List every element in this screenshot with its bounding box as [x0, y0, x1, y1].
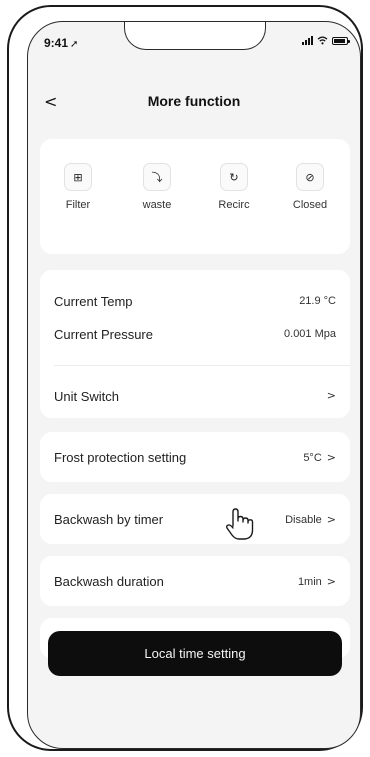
- function-waste[interactable]: ⤵ waste: [125, 163, 189, 211]
- phone-notch: [124, 22, 266, 50]
- current-pressure-value: 0.001 Mpa: [284, 328, 336, 340]
- current-temp-value: 21.9 °C: [299, 295, 336, 307]
- backwash-timer-value-wrap: Disable >: [285, 513, 336, 526]
- function-filter[interactable]: ⊞ Filter: [46, 163, 110, 211]
- frost-protection-value: 5°C: [303, 452, 322, 464]
- readings-card: Current Temp 21.9 °C Current Pressure 0.…: [40, 270, 350, 418]
- location-arrow-icon: ➚: [70, 39, 79, 50]
- frost-protection-row[interactable]: Frost protection setting 5°C >: [40, 432, 350, 482]
- function-label: Recirc: [218, 199, 250, 211]
- app-screen: 9:41 ➚ < More function ⊞ Filter ⤵ waste …: [27, 21, 361, 749]
- status-icons: [302, 36, 350, 45]
- wifi-icon: [317, 36, 328, 45]
- phone-frame: 9:41 ➚ < More function ⊞ Filter ⤵ waste …: [7, 5, 363, 751]
- unit-switch-row[interactable]: Unit Switch >: [40, 366, 350, 418]
- chevron-right-icon: >: [326, 389, 336, 402]
- chevron-right-icon: >: [326, 575, 336, 588]
- current-pressure-label: Current Pressure: [54, 327, 153, 342]
- recirc-icon: ↻: [220, 163, 248, 191]
- unit-switch-label: Unit Switch: [54, 389, 120, 404]
- backwash-timer-label: Backwash by timer: [54, 512, 164, 527]
- backwash-timer-row[interactable]: Backwash by timer Disable >: [40, 494, 350, 544]
- page-header: < More function: [28, 90, 360, 118]
- signal-icon: [302, 36, 313, 45]
- function-card: ⊞ Filter ⤵ waste ↻ Recirc ⊘ Closed: [40, 139, 350, 254]
- backwash-duration-row[interactable]: Backwash duration 1min >: [40, 556, 350, 606]
- chevron-right-icon: >: [326, 451, 336, 464]
- waste-icon: ⤵: [143, 163, 171, 191]
- backwash-duration-value-wrap: 1min >: [298, 575, 336, 588]
- backwash-duration-value: 1min: [297, 576, 322, 588]
- frost-protection-value-wrap: 5°C >: [303, 451, 336, 464]
- backwash-timer-value: Disable: [285, 514, 322, 526]
- filter-icon: ⊞: [64, 163, 92, 191]
- frost-protection-label: Frost protection setting: [54, 450, 187, 465]
- function-label: Closed: [292, 199, 328, 211]
- page-title: More function: [147, 93, 241, 109]
- battery-icon: [332, 36, 350, 45]
- status-time: 9:41 ➚: [44, 36, 79, 50]
- chevron-right-icon: >: [326, 513, 336, 526]
- local-time-setting-button[interactable]: Local time setting: [48, 631, 342, 676]
- closed-icon: ⊘: [296, 163, 324, 191]
- current-temp-label: Current Temp: [54, 294, 133, 309]
- function-closed[interactable]: ⊘ Closed: [278, 163, 342, 211]
- function-label: Filter: [65, 199, 91, 211]
- unit-switch-chevron-wrap: >: [322, 389, 336, 402]
- function-recirc[interactable]: ↻ Recirc: [202, 163, 266, 211]
- backwash-duration-label: Backwash duration: [54, 574, 164, 589]
- function-label: waste: [142, 199, 172, 211]
